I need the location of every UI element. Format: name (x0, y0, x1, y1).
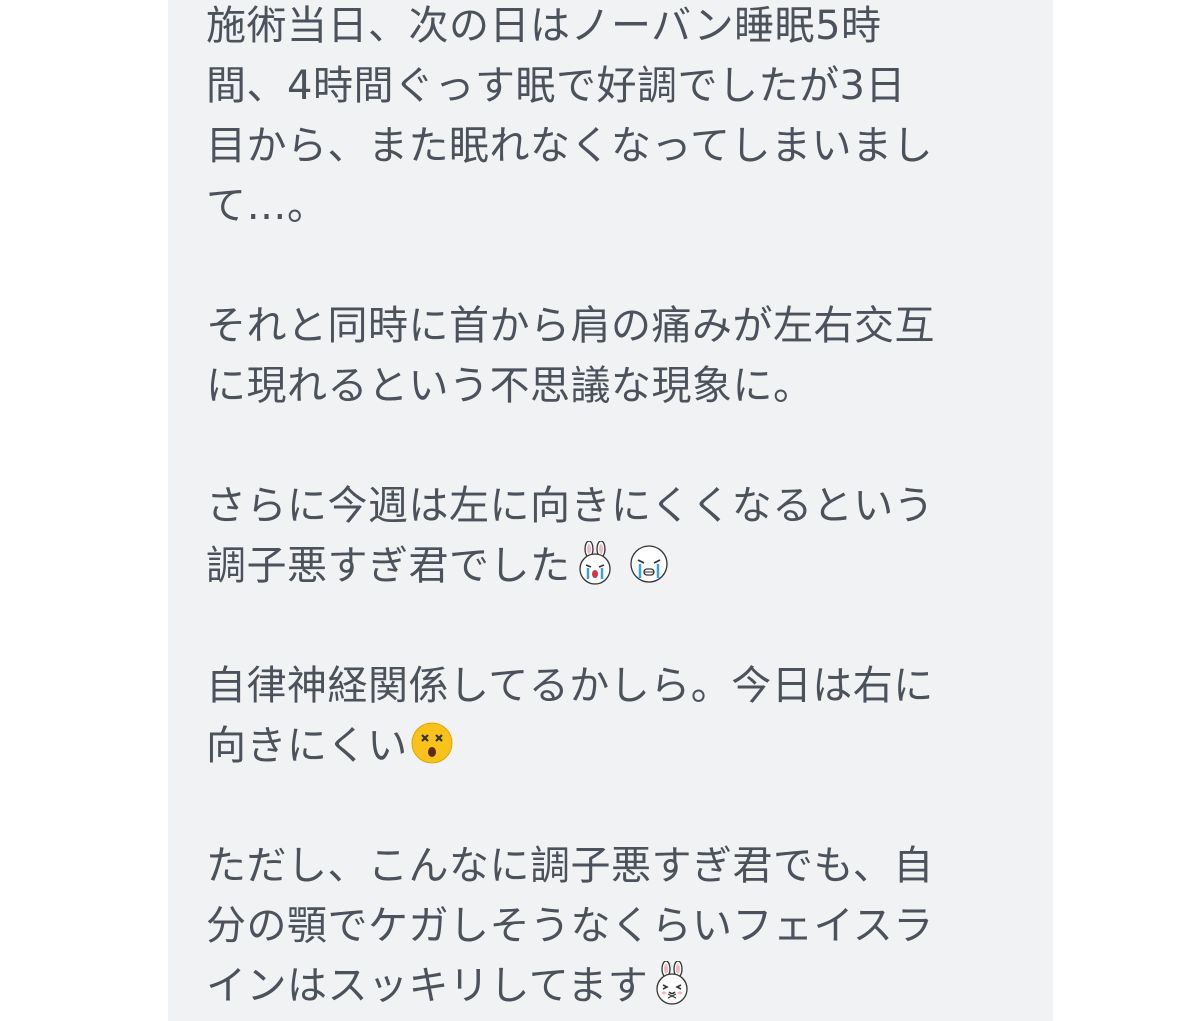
message-bubble: 施術当日、次の日はノーバン睡眠5時 間、4時間ぐっす眠で好調でしたが3日 目から… (168, 0, 1053, 1021)
paragraph-5: ただし、こんなに調子悪すぎ君でも、自 分の顎でケガしそうなくらいフェイスラ イン… (206, 836, 1053, 1016)
cony-crying-icon (573, 541, 617, 585)
text-line: 間、4時間ぐっす眠で好調でしたが3日 (206, 63, 906, 109)
text-line: に現れるという不思議な現象に。 (206, 363, 814, 409)
paragraph-3: さらに今週は左に向きにくくなるという 調子悪すぎ君でした (206, 476, 1053, 596)
text-line-with-emoji: 調子悪すぎ君でした (206, 536, 1053, 596)
paragraph-4: 自律神経関係してるかしら。今日は右に 向きにくい (206, 656, 1053, 776)
text-line: ただし、こんなに調子悪すぎ君でも、自 (206, 843, 934, 889)
cony-happy-icon (650, 961, 694, 1005)
text-line-with-emoji: インはスッキリしてます (206, 956, 1053, 1016)
text-line: 分の顎でケガしそうなくらいフェイスラ (206, 903, 934, 949)
text-line: て…。 (206, 183, 328, 229)
text-line: さらに今週は左に向きにくくなるという (206, 483, 935, 529)
dizzy-face-icon (410, 721, 454, 765)
post-text: 施術当日、次の日はノーバン睡眠5時 間、4時間ぐっす眠で好調でしたが3日 目から… (206, 0, 1053, 1016)
text-line: それと同時に首から肩の痛みが左右交互 (206, 303, 935, 349)
text-line: 施術当日、次の日はノーバン睡眠5時 (206, 3, 882, 49)
text-line: 自律神経関係してるかしら。今日は右に (206, 663, 934, 709)
text-segment: 向きにくい (206, 723, 408, 769)
text-line: 目から、また眠れなくなってしまいまし (206, 123, 933, 169)
text-line-with-emoji: 向きにくい (206, 716, 1053, 776)
paragraph-2: それと同時に首から肩の痛みが左右交互 に現れるという不思議な現象に。 (206, 296, 1053, 416)
paragraph-1: 施術当日、次の日はノーバン睡眠5時 間、4時間ぐっす眠で好調でしたが3日 目から… (206, 0, 1053, 236)
moon-crying-icon (627, 541, 671, 585)
text-segment: 調子悪すぎ君でした (206, 543, 571, 589)
page: 施術当日、次の日はノーバン睡眠5時 間、4時間ぐっす眠で好調でしたが3日 目から… (0, 0, 1179, 1021)
text-segment: インはスッキリしてます (206, 963, 649, 1009)
